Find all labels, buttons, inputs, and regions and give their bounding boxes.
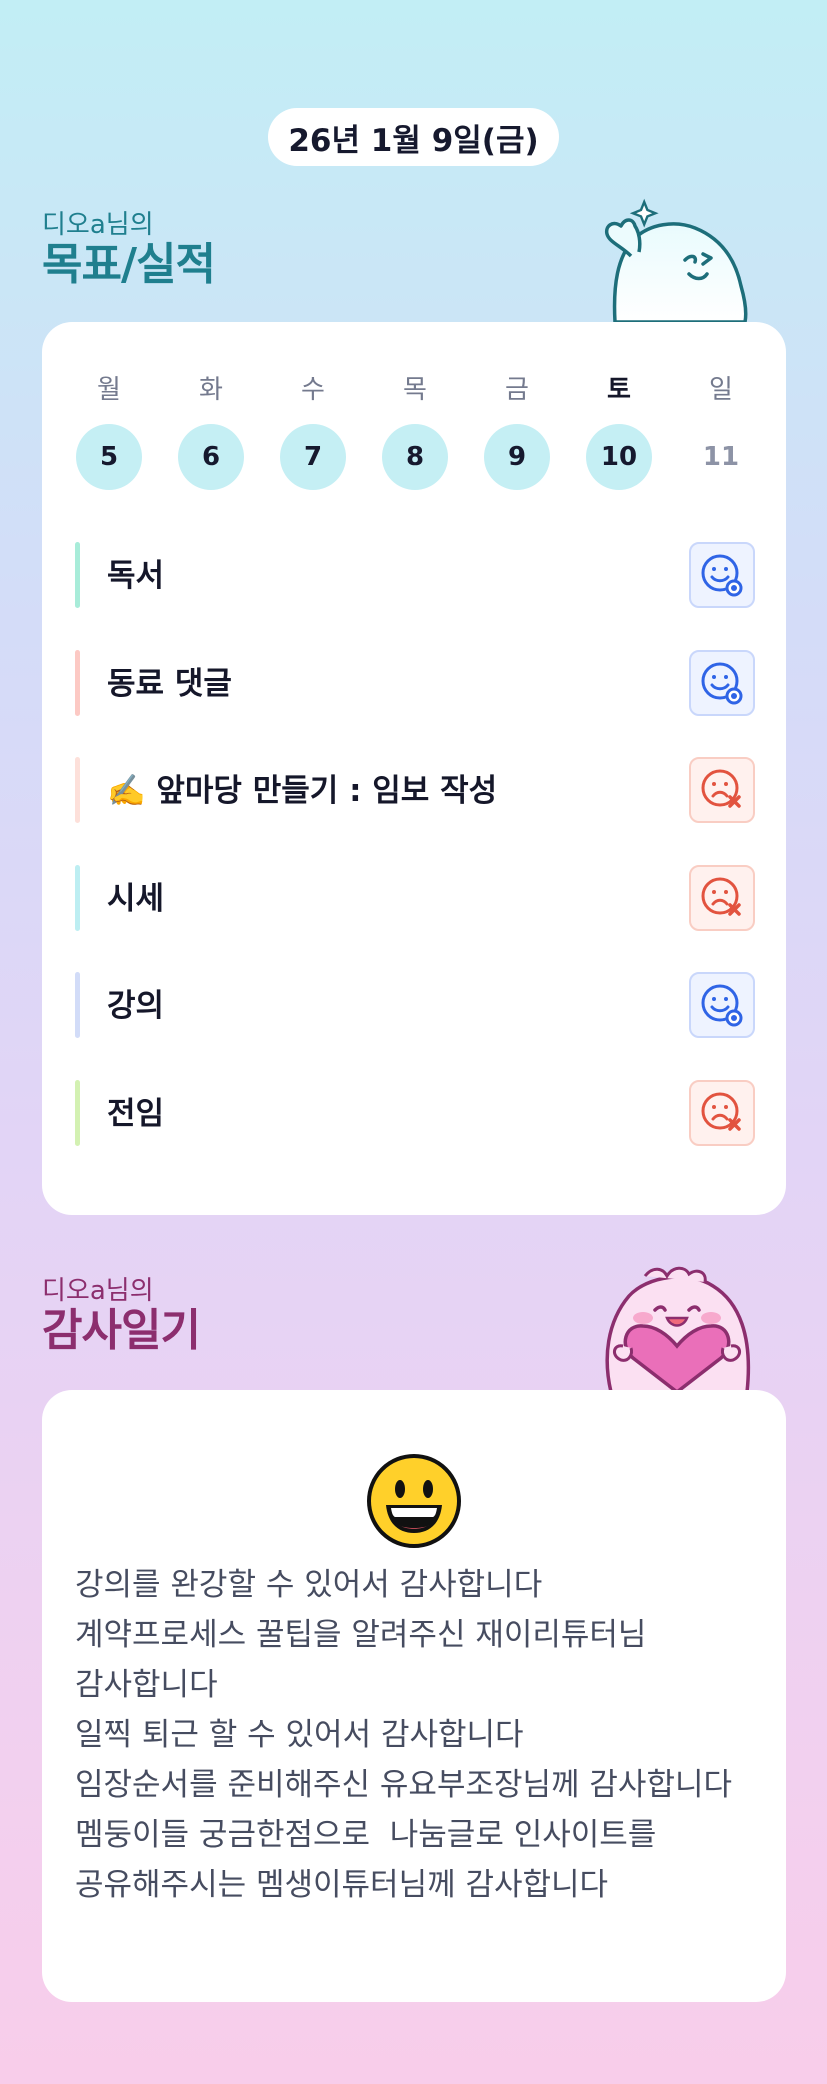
goal-label: 독서 <box>107 558 165 594</box>
day-5[interactable]: 월5 <box>75 372 143 490</box>
gratitude-title: 감사일기 <box>42 1305 201 1356</box>
day-number[interactable]: 9 <box>484 424 550 490</box>
goal-color-bar <box>75 864 80 931</box>
goal-row[interactable]: 독서 <box>75 542 755 608</box>
goal-row[interactable]: 시세 <box>75 864 755 931</box>
smile-check-icon[interactable] <box>689 972 755 1038</box>
goal-row[interactable]: 강의 <box>75 972 755 1038</box>
goal-label: 동료 댓글 <box>107 665 232 702</box>
weekday-label: 금 <box>505 375 529 405</box>
weekday-label: 월 <box>97 375 121 405</box>
goal-label: 시세 <box>107 880 165 917</box>
day-7[interactable]: 수7 <box>279 372 347 490</box>
day-number[interactable]: 5 <box>76 424 142 490</box>
day-10[interactable]: 토 10 <box>585 372 653 490</box>
weekday-label: 목 <box>403 375 427 405</box>
gratitude-journal-text: 강의를 완강할 수 있어서 감사합니다 계약프로세스 꿀팁을 알려주신 재이리튜… <box>75 1567 733 1903</box>
sad-x-icon[interactable] <box>689 757 755 823</box>
goals-owner-label: 디오a님의 <box>42 210 154 240</box>
goal-row[interactable]: ✍️ 앞마당 만들기 : 임보 작성 <box>75 757 755 823</box>
smile-check-icon[interactable] <box>689 649 755 716</box>
goal-color-bar <box>75 1079 80 1146</box>
goal-label: 전임 <box>107 1095 165 1132</box>
day-11[interactable]: 일 11 <box>687 372 755 490</box>
day-9[interactable]: 금9 <box>483 372 551 490</box>
day-number[interactable]: 11 <box>688 424 754 490</box>
gratitude-owner-label: 디오a님의 <box>42 1276 154 1306</box>
goal-color-bar <box>75 649 80 716</box>
mascot-thumbs-up-icon <box>604 198 748 322</box>
day-number[interactable]: 7 <box>280 424 346 490</box>
day-6[interactable]: 화6 <box>177 372 245 490</box>
weekday-label: 일 <box>709 375 733 405</box>
goal-color-bar <box>75 757 80 823</box>
day-number[interactable]: 8 <box>382 424 448 490</box>
gratitude-card: 강의를 완강할 수 있어서 감사합니다 계약프로세스 꿀팁을 알려주신 재이리튜… <box>42 1390 786 2002</box>
grinning-face-icon <box>367 1454 461 1548</box>
goals-card: 월 5 화 6 수 7 목 8 금 9 토 10 일 11 독서 동료 댓글 ✍️ 앞마당 만들기 : 임보 … <box>42 322 786 1215</box>
date-pill: 26년 1월 9일(금) <box>268 108 559 166</box>
goal-label: ✍️ 앞마당 만들기 : 임보 작성 <box>107 773 498 809</box>
day-8[interactable]: 목8 <box>381 372 449 490</box>
smile-check-icon[interactable] <box>689 542 755 608</box>
goal-row[interactable]: 전임 <box>75 1079 755 1146</box>
goal-color-bar <box>75 972 80 1038</box>
goals-section-header: 디오a님의 목표/실적 <box>42 210 216 290</box>
goal-row[interactable]: 동료 댓글 <box>75 649 755 716</box>
sad-x-icon[interactable] <box>689 1079 755 1146</box>
day-number[interactable]: 6 <box>178 424 244 490</box>
sad-x-icon[interactable] <box>689 864 755 931</box>
weekday-label: 토 <box>607 375 631 405</box>
weekday-label: 화 <box>199 375 223 405</box>
goal-color-bar <box>75 542 80 608</box>
gratitude-section-header: 디오a님의 감사일기 <box>42 1276 201 1356</box>
goals-title: 목표/실적 <box>42 239 216 290</box>
goal-label: 강의 <box>107 988 165 1024</box>
day-number[interactable]: 10 <box>586 424 652 490</box>
weekday-label: 수 <box>301 375 325 405</box>
mascot-heart-hug-icon <box>605 1266 751 1392</box>
